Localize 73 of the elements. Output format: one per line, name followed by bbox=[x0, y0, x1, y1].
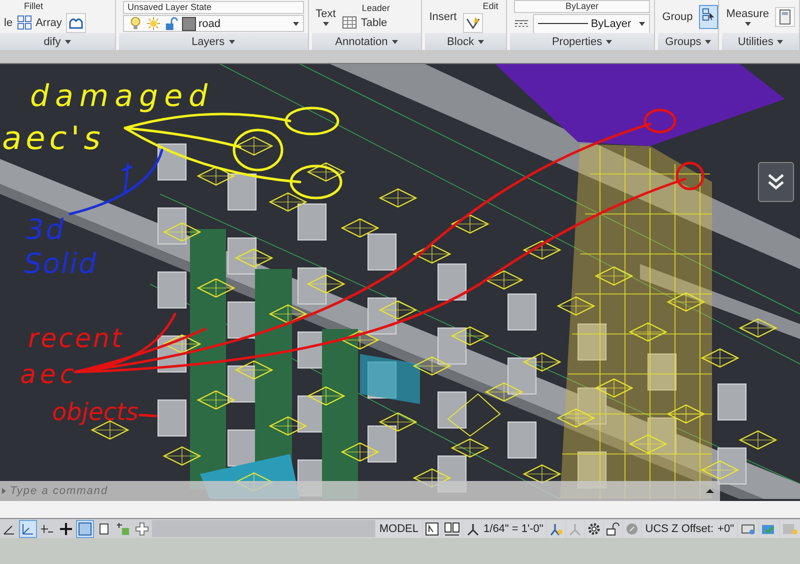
ucs-offset-label: UCS Z Offset: bbox=[645, 522, 714, 534]
tool-label[interactable]: Fillet bbox=[4, 0, 86, 12]
panel-title[interactable]: Properties bbox=[510, 33, 654, 50]
caret-icon bbox=[705, 40, 712, 44]
caret-icon bbox=[639, 22, 646, 26]
panel-title[interactable]: Block bbox=[425, 33, 506, 50]
caret-icon bbox=[2, 488, 6, 494]
navigation-button[interactable] bbox=[758, 162, 794, 202]
layer-color-swatch bbox=[182, 16, 196, 30]
panel-title[interactable]: Groups bbox=[658, 33, 718, 50]
caret-icon bbox=[392, 40, 398, 44]
tool-label[interactable]: le bbox=[4, 16, 13, 28]
unlocked-padlock-icon bbox=[606, 522, 620, 536]
group-select-button[interactable] bbox=[698, 4, 718, 28]
layout-icon-button[interactable] bbox=[442, 520, 462, 538]
layout-icon-button[interactable] bbox=[422, 520, 441, 538]
command-input[interactable]: Type a command bbox=[0, 481, 720, 501]
caret-icon bbox=[64, 40, 71, 44]
panel-title[interactable]: Annotation bbox=[312, 33, 422, 50]
status-toggle[interactable] bbox=[76, 520, 94, 538]
caret-icon bbox=[478, 40, 484, 44]
handwritten-note: aec's bbox=[2, 122, 104, 154]
panel-title[interactable]: Utilities bbox=[722, 33, 799, 50]
split-view-icon bbox=[444, 522, 460, 536]
unlocked-padlock-icon bbox=[164, 16, 178, 31]
status-toggle[interactable] bbox=[19, 520, 37, 538]
selection-icon bbox=[700, 6, 716, 22]
plus-icon bbox=[135, 522, 149, 536]
annotation-scale-icon bbox=[466, 522, 480, 536]
handwritten-note: objects bbox=[52, 400, 138, 424]
settings-icon bbox=[587, 522, 602, 536]
caret-icon bbox=[744, 22, 751, 26]
annotation-scale-icon bbox=[549, 522, 564, 536]
insert-button[interactable]: Insert bbox=[429, 10, 457, 22]
tool-label[interactable]: Array bbox=[36, 16, 62, 28]
caret-icon bbox=[322, 22, 329, 26]
axes-icon bbox=[21, 522, 35, 536]
sun-icon bbox=[146, 16, 160, 31]
panel-title[interactable]: Layers bbox=[118, 33, 308, 50]
annotation-visibility-button[interactable] bbox=[547, 520, 566, 538]
caret-icon bbox=[777, 40, 784, 44]
hardware-acceleration-button[interactable] bbox=[738, 520, 758, 538]
model-button[interactable]: MODEL bbox=[376, 520, 422, 538]
panel-title[interactable]: dify bbox=[0, 33, 114, 50]
caret-icon bbox=[606, 40, 612, 44]
caret-icon bbox=[292, 22, 299, 26]
text-tool-button[interactable]: Text bbox=[316, 8, 336, 26]
status-toggle[interactable] bbox=[133, 520, 151, 538]
handwritten-note: aec bbox=[20, 362, 78, 388]
handwritten-note: Solid bbox=[24, 250, 98, 278]
settings-button[interactable] bbox=[585, 520, 604, 538]
triangle-icon bbox=[706, 489, 714, 493]
handwritten-note: recent bbox=[28, 326, 124, 352]
layer-state-dropdown[interactable]: Unsaved Layer State bbox=[122, 1, 304, 14]
ucs-offset-value[interactable]: +0" bbox=[718, 522, 734, 534]
linetype-dropdown[interactable]: ByLayer bbox=[532, 14, 650, 34]
annotation-scale-icon bbox=[568, 522, 582, 536]
crosshair-icon bbox=[59, 522, 73, 536]
handwritten-note: 3d bbox=[26, 216, 66, 244]
lock-button[interactable] bbox=[604, 520, 622, 538]
handwritten-note: damaged bbox=[30, 82, 214, 112]
add-layer-icon bbox=[116, 522, 130, 536]
tool-label[interactable]: Table bbox=[360, 16, 388, 28]
table-icon[interactable] bbox=[342, 15, 357, 30]
array-icon[interactable] bbox=[16, 15, 32, 30]
group-button[interactable]: Group bbox=[662, 10, 693, 22]
caret-icon bbox=[228, 40, 235, 44]
tool-label[interactable]: Edit bbox=[462, 0, 498, 12]
viewport-icon bbox=[424, 522, 439, 536]
tool-label[interactable]: Leader bbox=[342, 3, 390, 14]
layer-dropdown[interactable]: road bbox=[122, 15, 304, 32]
color-dropdown[interactable]: ByLayer bbox=[514, 0, 650, 12]
measure-button[interactable]: Measure bbox=[726, 8, 769, 26]
